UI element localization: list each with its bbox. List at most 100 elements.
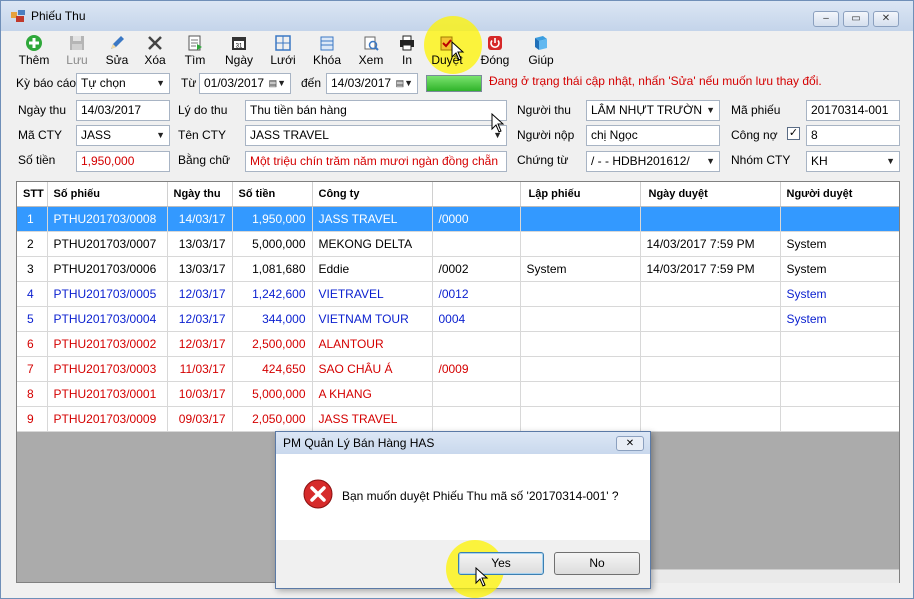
- company-name-label: Tên CTY: [178, 128, 227, 142]
- app-icon: [11, 10, 25, 22]
- payer-field[interactable]: chị Ngọc: [586, 125, 720, 146]
- debt-field[interactable]: 8: [806, 125, 900, 146]
- table-row[interactable]: 6 PTHU201703/0002 12/03/17 2,500,000 ALANTOU…: [17, 331, 899, 357]
- table-cell: 3: [17, 256, 48, 282]
- column-header[interactable]: Ngày thu: [167, 182, 233, 207]
- column-header[interactable]: Công ty: [312, 182, 433, 207]
- table-cell: 1,081,680: [232, 256, 313, 282]
- confirm-dialog: PM Quản Lý Bán Hàng HAS ✕ Bạn muốn duyệt…: [275, 431, 651, 598]
- calendar-icon: 31: [232, 37, 246, 50]
- table-cell: [640, 281, 781, 307]
- save-button[interactable]: Lưu: [57, 33, 97, 69]
- collector-select[interactable]: LÂM NHỰT TRƯỜN ▼: [586, 100, 720, 121]
- chevron-down-icon: ▼: [886, 156, 895, 166]
- dialog-close-button[interactable]: ✕: [616, 436, 644, 451]
- table-row[interactable]: 8 PTHU201703/0001 10/03/17 5,000,000 A KHANG: [17, 381, 899, 407]
- lock-icon: [320, 36, 334, 51]
- table-cell: [520, 206, 641, 232]
- column-header[interactable]: [432, 182, 521, 207]
- column-header[interactable]: STT: [17, 182, 48, 207]
- company-name-select[interactable]: JASS TRAVEL ▼: [245, 125, 507, 146]
- grid-header-row: STT Số phiếu Ngày thu Số tiền Công ty Lậ…: [17, 182, 899, 207]
- debt-checkbox[interactable]: ✓: [787, 127, 800, 140]
- table-cell: System: [520, 256, 641, 282]
- amount-in-words-field[interactable]: Một triệu chín trăm năm mươi ngàn đồng c…: [245, 151, 507, 172]
- error-x-icon: [303, 479, 333, 509]
- to-label: đến: [301, 76, 322, 90]
- table-cell: [432, 231, 521, 257]
- table-cell: Eddie: [312, 256, 433, 282]
- table-cell: [520, 381, 641, 407]
- mouse-cursor-icon: [475, 567, 489, 587]
- receipt-date-label: Ngày thu: [18, 103, 67, 117]
- table-row[interactable]: 1 PTHU201703/0008 14/03/17 1,950,000 JASS TR…: [17, 206, 899, 232]
- minimize-button[interactable]: –: [813, 11, 839, 27]
- table-cell: JASS TRAVEL: [312, 206, 433, 232]
- grid-button[interactable]: Lưới: [263, 33, 303, 69]
- table-cell: 2,500,000: [232, 331, 313, 357]
- calendar-dropdown-icon: ▤▼: [395, 78, 413, 88]
- column-header[interactable]: Số phiếu: [47, 182, 168, 207]
- company-code-select[interactable]: JASS ▼: [76, 125, 170, 146]
- yes-button[interactable]: Yes: [458, 552, 544, 575]
- chevron-down-icon: ▼: [706, 105, 715, 115]
- edit-button[interactable]: Sửa: [97, 33, 137, 69]
- to-date-picker[interactable]: 14/03/2017 ▤▼: [326, 73, 418, 94]
- no-button[interactable]: No: [554, 552, 640, 575]
- table-cell: 14/03/2017 7:59 PM: [640, 231, 781, 257]
- document-select[interactable]: / - - HDBH201612/▼: [586, 151, 720, 172]
- receipt-date-field[interactable]: 14/03/2017: [76, 100, 170, 121]
- table-row[interactable]: 2 PTHU201703/0007 13/03/17 5,000,000 MEKONG …: [17, 231, 899, 257]
- close-window-button[interactable]: ✕: [873, 11, 899, 27]
- horizontal-scrollbar[interactable]: [651, 569, 899, 583]
- amount-field[interactable]: 1,950,000: [76, 151, 170, 172]
- window-title: Phiếu Thu: [31, 9, 86, 23]
- column-header[interactable]: Người duyệt: [780, 182, 899, 207]
- table-cell: 09/03/17: [167, 406, 233, 432]
- main-window: Phiếu Thu – ▭ ✕ Thêm Lưu Sửa Xóa Tìm 31 …: [0, 0, 914, 599]
- reason-field[interactable]: Thu tiền bán hàng: [245, 100, 507, 121]
- close-form-button[interactable]: Đóng: [475, 33, 515, 69]
- voucher-code-field[interactable]: 20170314-001: [806, 100, 900, 121]
- plus-circle-icon: [26, 35, 42, 51]
- table-cell: [432, 406, 521, 432]
- pencil-icon: [111, 36, 124, 49]
- table-cell: 8: [17, 381, 48, 407]
- company-group-select[interactable]: KH ▼: [806, 151, 900, 172]
- table-cell: [780, 331, 899, 357]
- table-row[interactable]: 7 PTHU201703/0003 11/03/17 424,650 SAO CHÂU …: [17, 356, 899, 382]
- find-document-icon: [188, 35, 202, 51]
- add-button[interactable]: Thêm: [9, 33, 59, 69]
- table-row[interactable]: 4 PTHU201703/0005 12/03/17 1,242,600 VIETRAV…: [17, 281, 899, 307]
- progress-fill: [427, 76, 481, 91]
- lock-button[interactable]: Khóa: [307, 33, 347, 69]
- table-cell: PTHU201703/0007: [47, 231, 168, 257]
- table-cell: 6: [17, 331, 48, 357]
- maximize-button[interactable]: ▭: [843, 11, 869, 27]
- table-row[interactable]: 5 PTHU201703/0004 12/03/17 344,000 VIETNAM T…: [17, 306, 899, 332]
- report-period-select[interactable]: Tự chọn ▼: [76, 73, 170, 94]
- table-cell: PTHU201703/0002: [47, 331, 168, 357]
- preview-button[interactable]: Xem: [351, 33, 391, 69]
- table-cell: [780, 206, 899, 232]
- column-header[interactable]: Ngày duyệt: [640, 182, 781, 207]
- table-row[interactable]: 9 PTHU201703/0009 09/03/17 2,050,000 JASS TR…: [17, 406, 899, 432]
- voucher-code-label: Mã phiếu: [731, 103, 781, 117]
- date-button[interactable]: 31 Ngày: [217, 33, 261, 69]
- delete-button[interactable]: Xóa: [135, 33, 175, 69]
- report-period-label: Kỳ báo cáo: [16, 76, 77, 90]
- column-header[interactable]: Lập phiếu: [520, 182, 641, 207]
- table-cell: 12/03/17: [167, 281, 233, 307]
- column-header[interactable]: Số tiền: [232, 182, 313, 207]
- print-button[interactable]: In: [393, 33, 421, 69]
- toolbar: Thêm Lưu Sửa Xóa Tìm 31 Ngày Lưới Khóa X…: [9, 33, 609, 69]
- table-row[interactable]: 3 PTHU201703/0006 13/03/17 1,081,680 Eddie/0…: [17, 256, 899, 282]
- table-cell: 1,242,600: [232, 281, 313, 307]
- find-button[interactable]: Tìm: [175, 33, 215, 69]
- help-button[interactable]: Giúp: [521, 33, 561, 69]
- printer-icon: [400, 35, 414, 51]
- dialog-message: Bạn muốn duyệt Phiếu Thu mã số '20170314…: [342, 489, 619, 503]
- from-date-picker[interactable]: 01/03/2017 ▤▼: [199, 73, 291, 94]
- table-cell: VIETNAM TOUR: [312, 306, 433, 332]
- table-cell: [640, 406, 781, 432]
